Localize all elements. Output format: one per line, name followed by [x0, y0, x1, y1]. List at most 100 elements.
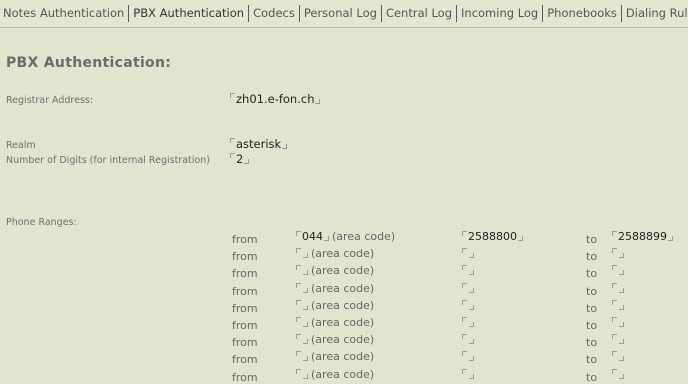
range-to-field[interactable] [612, 333, 624, 346]
field-end-marker [619, 288, 624, 293]
tab-separator [298, 5, 300, 22]
field-end-marker [619, 305, 624, 310]
field-end-marker [315, 99, 321, 104]
range-to-field[interactable]: 2588899 [612, 230, 673, 243]
registrar-address-label: Registrar Address: [6, 95, 94, 106]
field-start-marker [296, 317, 301, 322]
range-from-field[interactable] [462, 247, 474, 260]
range-area-code-field[interactable]: (area code) [296, 316, 374, 329]
range-from-label: from [232, 250, 258, 263]
digits-field[interactable]: 2 [230, 152, 250, 166]
field-start-marker [462, 283, 467, 288]
field-end-marker [303, 322, 308, 327]
realm-label: Realm [6, 140, 36, 151]
range-to-label: to [586, 319, 598, 332]
range-to-field[interactable] [612, 368, 624, 381]
range-to-label: to [586, 250, 598, 263]
field-end-marker [619, 374, 624, 379]
range-to-field[interactable] [612, 316, 624, 329]
range-to-field[interactable] [612, 282, 624, 295]
tab-personal-log[interactable]: Personal Log [301, 0, 380, 27]
field-end-marker [469, 270, 474, 275]
page-title: PBX Authentication: [6, 55, 172, 71]
field-end-marker [303, 374, 308, 379]
field-end-marker [668, 236, 673, 241]
realm-value: asterisk [236, 137, 282, 151]
digits-value: 2 [236, 152, 244, 166]
tab-incoming-log[interactable]: Incoming Log [458, 0, 541, 27]
range-area-code-field[interactable]: 044 (area code) [296, 230, 395, 243]
range-from-field[interactable] [462, 299, 474, 312]
range-from-field[interactable] [462, 368, 474, 381]
field-start-marker [296, 248, 301, 253]
range-from-label: from [232, 353, 258, 366]
range-area-code-field[interactable]: (area code) [296, 299, 374, 312]
field-end-marker [303, 253, 308, 258]
tab-pbx-authentication[interactable]: PBX Authentication [130, 0, 247, 27]
field-start-marker [462, 231, 467, 236]
range-area-code-field[interactable]: (area code) [296, 333, 374, 346]
range-from-label: from [232, 319, 258, 332]
tab-notes-authentication[interactable]: Notes Authentication [0, 0, 127, 27]
range-from-field[interactable] [462, 264, 474, 277]
range-from-field[interactable] [462, 316, 474, 329]
tab-separator [380, 5, 382, 22]
field-end-marker [619, 356, 624, 361]
range-area-code-value: 044 [302, 230, 323, 243]
field-start-marker [230, 153, 235, 158]
tab-bar: Notes Authentication PBX Authentication Co… [0, 0, 688, 28]
range-area-code-field[interactable]: (area code) [296, 247, 374, 260]
field-end-marker [518, 236, 523, 241]
registrar-address-value: zh01.e-fon.ch [236, 92, 315, 106]
range-to-label: to [586, 371, 598, 384]
range-from-field[interactable]: 2588800 [462, 230, 523, 243]
range-to-field[interactable] [612, 247, 624, 260]
range-area-code-field[interactable]: (area code) [296, 264, 374, 277]
area-code-hint: (area code) [311, 316, 375, 329]
range-from-field[interactable] [462, 282, 474, 295]
range-to-field[interactable] [612, 299, 624, 312]
field-start-marker [612, 351, 617, 356]
tab-codecs[interactable]: Codecs [250, 0, 298, 27]
field-end-marker [469, 305, 474, 310]
field-start-marker [296, 351, 301, 356]
field-end-marker [469, 288, 474, 293]
area-code-hint: (area code) [311, 299, 375, 312]
area-code-hint: (area code) [311, 368, 375, 381]
range-area-code-field[interactable]: (area code) [296, 368, 374, 381]
tab-phonebooks[interactable]: Phonebooks [544, 0, 620, 27]
registrar-address-field[interactable]: zh01.e-fon.ch [230, 92, 321, 106]
range-to-field[interactable] [612, 350, 624, 363]
tab-dialing-rules[interactable]: Dialing Rules [623, 0, 688, 27]
field-start-marker [612, 283, 617, 288]
area-code-hint: (area code) [311, 247, 375, 260]
field-end-marker [303, 288, 308, 293]
tab-separator [620, 5, 622, 22]
range-to-label: to [586, 302, 598, 315]
area-code-hint: (area code) [311, 350, 375, 363]
field-end-marker [469, 322, 474, 327]
range-from-label: from [232, 302, 258, 315]
tab-central-log[interactable]: Central Log [383, 0, 455, 27]
field-start-marker [462, 300, 467, 305]
field-end-marker [303, 356, 308, 361]
field-start-marker [612, 317, 617, 322]
realm-field[interactable]: asterisk [230, 137, 288, 151]
range-area-code-field[interactable]: (area code) [296, 282, 374, 295]
range-from-label: from [232, 233, 258, 246]
area-code-hint: (area code) [311, 264, 375, 277]
field-end-marker [469, 374, 474, 379]
range-from-field[interactable] [462, 333, 474, 346]
field-end-marker [619, 270, 624, 275]
range-from-label: from [232, 336, 258, 349]
range-area-code-field[interactable]: (area code) [296, 350, 374, 363]
field-start-marker [462, 317, 467, 322]
field-start-marker [462, 248, 467, 253]
field-start-marker [296, 334, 301, 339]
range-from-label: from [232, 267, 258, 280]
field-start-marker [612, 300, 617, 305]
area-code-hint: (area code) [332, 230, 396, 243]
field-start-marker [612, 334, 617, 339]
range-from-field[interactable] [462, 350, 474, 363]
range-to-field[interactable] [612, 264, 624, 277]
